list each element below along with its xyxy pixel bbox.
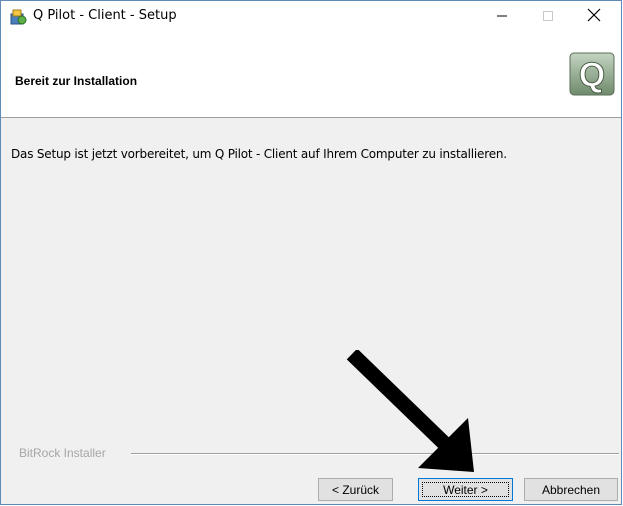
- page-title: Bereit zur Installation: [15, 74, 138, 88]
- installer-app-icon: [9, 8, 27, 26]
- setup-window: Q Pilot - Client - Setup Bereit zur Inst…: [0, 0, 622, 505]
- ready-message: Das Setup ist jetzt vorbereitet, um Q Pi…: [11, 147, 507, 161]
- logo-letter: Q: [579, 56, 605, 94]
- minimize-button[interactable]: [479, 1, 525, 32]
- qpilot-logo: Q: [569, 52, 615, 96]
- close-button[interactable]: [571, 1, 617, 32]
- window-title: Q Pilot - Client - Setup: [33, 8, 177, 23]
- title-bar[interactable]: Q Pilot - Client - Setup: [1, 1, 621, 32]
- next-button[interactable]: Weiter >: [418, 478, 513, 501]
- focus-rectangle: [422, 482, 509, 497]
- maximize-button[interactable]: [525, 1, 571, 32]
- close-icon: [587, 7, 601, 26]
- back-button[interactable]: < Zurück: [318, 478, 393, 501]
- cancel-button[interactable]: Abbrechen: [524, 478, 618, 501]
- wizard-header: Bereit zur Installation Q: [1, 32, 621, 118]
- minimize-icon: [496, 7, 508, 26]
- footer-divider: [131, 453, 619, 455]
- maximize-icon: [542, 7, 554, 26]
- installer-brand: BitRock Installer: [19, 446, 106, 460]
